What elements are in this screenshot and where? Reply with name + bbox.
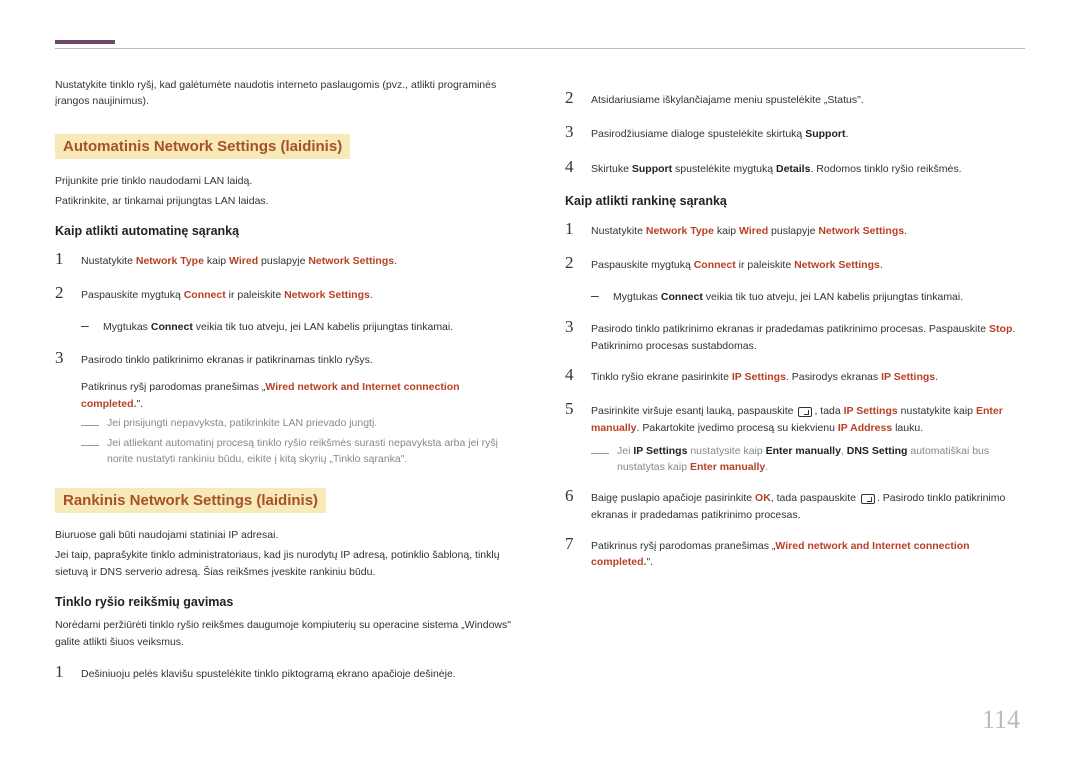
substep-text: Mygtukas Connect veikia tik tuo atveju, … [613, 289, 963, 305]
step-number: 3 [565, 119, 579, 145]
step-number: 1 [55, 246, 69, 272]
page-number: 114 [982, 705, 1020, 735]
step-number: 1 [565, 216, 579, 242]
document-page: Nustatykite tinklo ryšį, kad galėtumėte … [0, 0, 1080, 693]
long-dash-icon [81, 425, 99, 426]
manual-r-step-5: 5 Pasirinkite viršuje esantį lauką, pasp… [565, 396, 1025, 436]
step-number: 2 [55, 280, 69, 306]
step-text: Skirtuke Support spustelėkite mygtuką De… [591, 161, 1025, 177]
step-text: Pasirodo tinklo patikrinimo ekranas ir p… [591, 321, 1025, 354]
manual-line-2: Jei taip, paprašykite tinklo administrat… [55, 547, 515, 581]
manual-r-substep-2: ‒ Mygtukas Connect veikia tik tuo atveju… [591, 285, 1025, 307]
manual-r-step-2: 2 Paspauskite mygtuką Connect ir paleisk… [565, 250, 1025, 276]
step-text: Pasirodžiusiame dialoge spustelėkite ski… [591, 126, 1025, 142]
right-step-2: 2 Atsidariusiame iškylančiajame meniu sp… [565, 85, 1025, 111]
manual-r-step-7: 7 Patikrinus ryšį parodomas pranešimas „… [565, 531, 1025, 571]
right-sub-heading: Kaip atlikti rankinę sąranką [565, 194, 1025, 208]
auto-s3-note: Patikrinus ryšį parodomas pranešimas „Wi… [81, 379, 515, 413]
step-number: 2 [565, 85, 579, 111]
auto-step-1: 1 Nustatykite Network Type kaip Wired pu… [55, 246, 515, 272]
right-column: 2 Atsidariusiame iškylančiajame meniu sp… [565, 77, 1025, 693]
enter-icon [798, 407, 812, 417]
step-number: 1 [55, 659, 69, 685]
step-text: Pasirodo tinklo patikrinimo ekranas ir p… [81, 352, 515, 368]
auto-step-2: 2 Paspauskite mygtuką Connect ir paleisk… [55, 280, 515, 306]
auto-line-1: Prijunkite prie tinklo naudodami LAN lai… [55, 173, 515, 190]
manual-line-1: Biuruose gali būti naudojami statiniai I… [55, 527, 515, 544]
step-text: Paspauskite mygtuką Connect ir paleiskit… [81, 287, 515, 303]
manual-r-step-4: 4 Tinklo ryšio ekrane pasirinkite IP Set… [565, 362, 1025, 388]
intro-text: Nustatykite tinklo ryšį, kad galėtumėte … [55, 77, 515, 110]
step-text: Pasirinkite viršuje esantį lauką, paspau… [591, 403, 1025, 436]
step-text: Baigę puslapio apačioje pasirinkite OK, … [591, 490, 1025, 523]
manual-r-step-1: 1 Nustatykite Network Type kaip Wired pu… [565, 216, 1025, 242]
auto-note-1: Jei prisijungti nepavyksta, patikrinkite… [81, 416, 515, 432]
auto-substep-2: ‒ Mygtukas Connect veikia tik tuo atveju… [81, 315, 515, 337]
dash-icon: ‒ [591, 285, 601, 307]
step-number: 2 [565, 250, 579, 276]
header-accent [55, 40, 115, 44]
content-columns: Nustatykite tinklo ryšį, kad galėtumėte … [55, 77, 1025, 693]
step-text: Nustatykite Network Type kaip Wired pusl… [591, 223, 1025, 239]
substep-text: Mygtukas Connect veikia tik tuo atveju, … [103, 319, 453, 335]
manual-r-step-6: 6 Baigę puslapio apačioje pasirinkite OK… [565, 483, 1025, 523]
step-number: 6 [565, 483, 579, 509]
auto-line-2: Patikrinkite, ar tinkamai prijungtas LAN… [55, 193, 515, 210]
step-number: 5 [565, 396, 579, 422]
step-text: Atsidariusiame iškylančiajame meniu spus… [591, 92, 1025, 108]
section-manual-title: Rankinis Network Settings (laidinis) [55, 488, 326, 513]
section-auto-title: Automatinis Network Settings (laidinis) [55, 134, 350, 159]
step-text: Nustatykite Network Type kaip Wired pusl… [81, 253, 515, 269]
step-text: Dešiniuoju pelės klavišu spustelėkite ti… [81, 666, 515, 682]
step-number: 4 [565, 362, 579, 388]
long-dash-icon [81, 445, 99, 446]
step-text: Patikrinus ryšį parodomas pranešimas „Wi… [591, 538, 1025, 571]
step-text: Paspauskite mygtuką Connect ir paleiskit… [591, 257, 1025, 273]
long-dash-icon [591, 453, 609, 454]
manual-step-1: 1 Dešiniuoju pelės klavišu spustelėkite … [55, 659, 515, 685]
left-column: Nustatykite tinklo ryšį, kad galėtumėte … [55, 77, 515, 693]
step-text: Tinklo ryšio ekrane pasirinkite IP Setti… [591, 369, 1025, 385]
note-text: Jei IP Settings nustatysite kaip Enter m… [617, 444, 1025, 476]
manual-r-note: Jei IP Settings nustatysite kaip Enter m… [591, 444, 1025, 476]
right-step-4: 4 Skirtuke Support spustelėkite mygtuką … [565, 154, 1025, 180]
manual-line-3: Norėdami peržiūrėti tinklo ryšio reikšme… [55, 617, 515, 651]
auto-step-3: 3 Pasirodo tinklo patikrinimo ekranas ir… [55, 345, 515, 371]
header-divider [55, 48, 1025, 49]
enter-icon [861, 494, 875, 504]
step-number: 4 [565, 154, 579, 180]
manual-sub-heading: Tinklo ryšio reikšmių gavimas [55, 595, 515, 609]
auto-sub-heading: Kaip atlikti automatinę sąranką [55, 224, 515, 238]
step-number: 7 [565, 531, 579, 557]
dash-icon: ‒ [81, 315, 91, 337]
auto-note-2: Jei atliekant automatinį procesą tinklo … [81, 436, 515, 468]
step-number: 3 [565, 314, 579, 340]
manual-r-step-3: 3 Pasirodo tinklo patikrinimo ekranas ir… [565, 314, 1025, 354]
step-number: 3 [55, 345, 69, 371]
right-step-3: 3 Pasirodžiusiame dialoge spustelėkite s… [565, 119, 1025, 145]
